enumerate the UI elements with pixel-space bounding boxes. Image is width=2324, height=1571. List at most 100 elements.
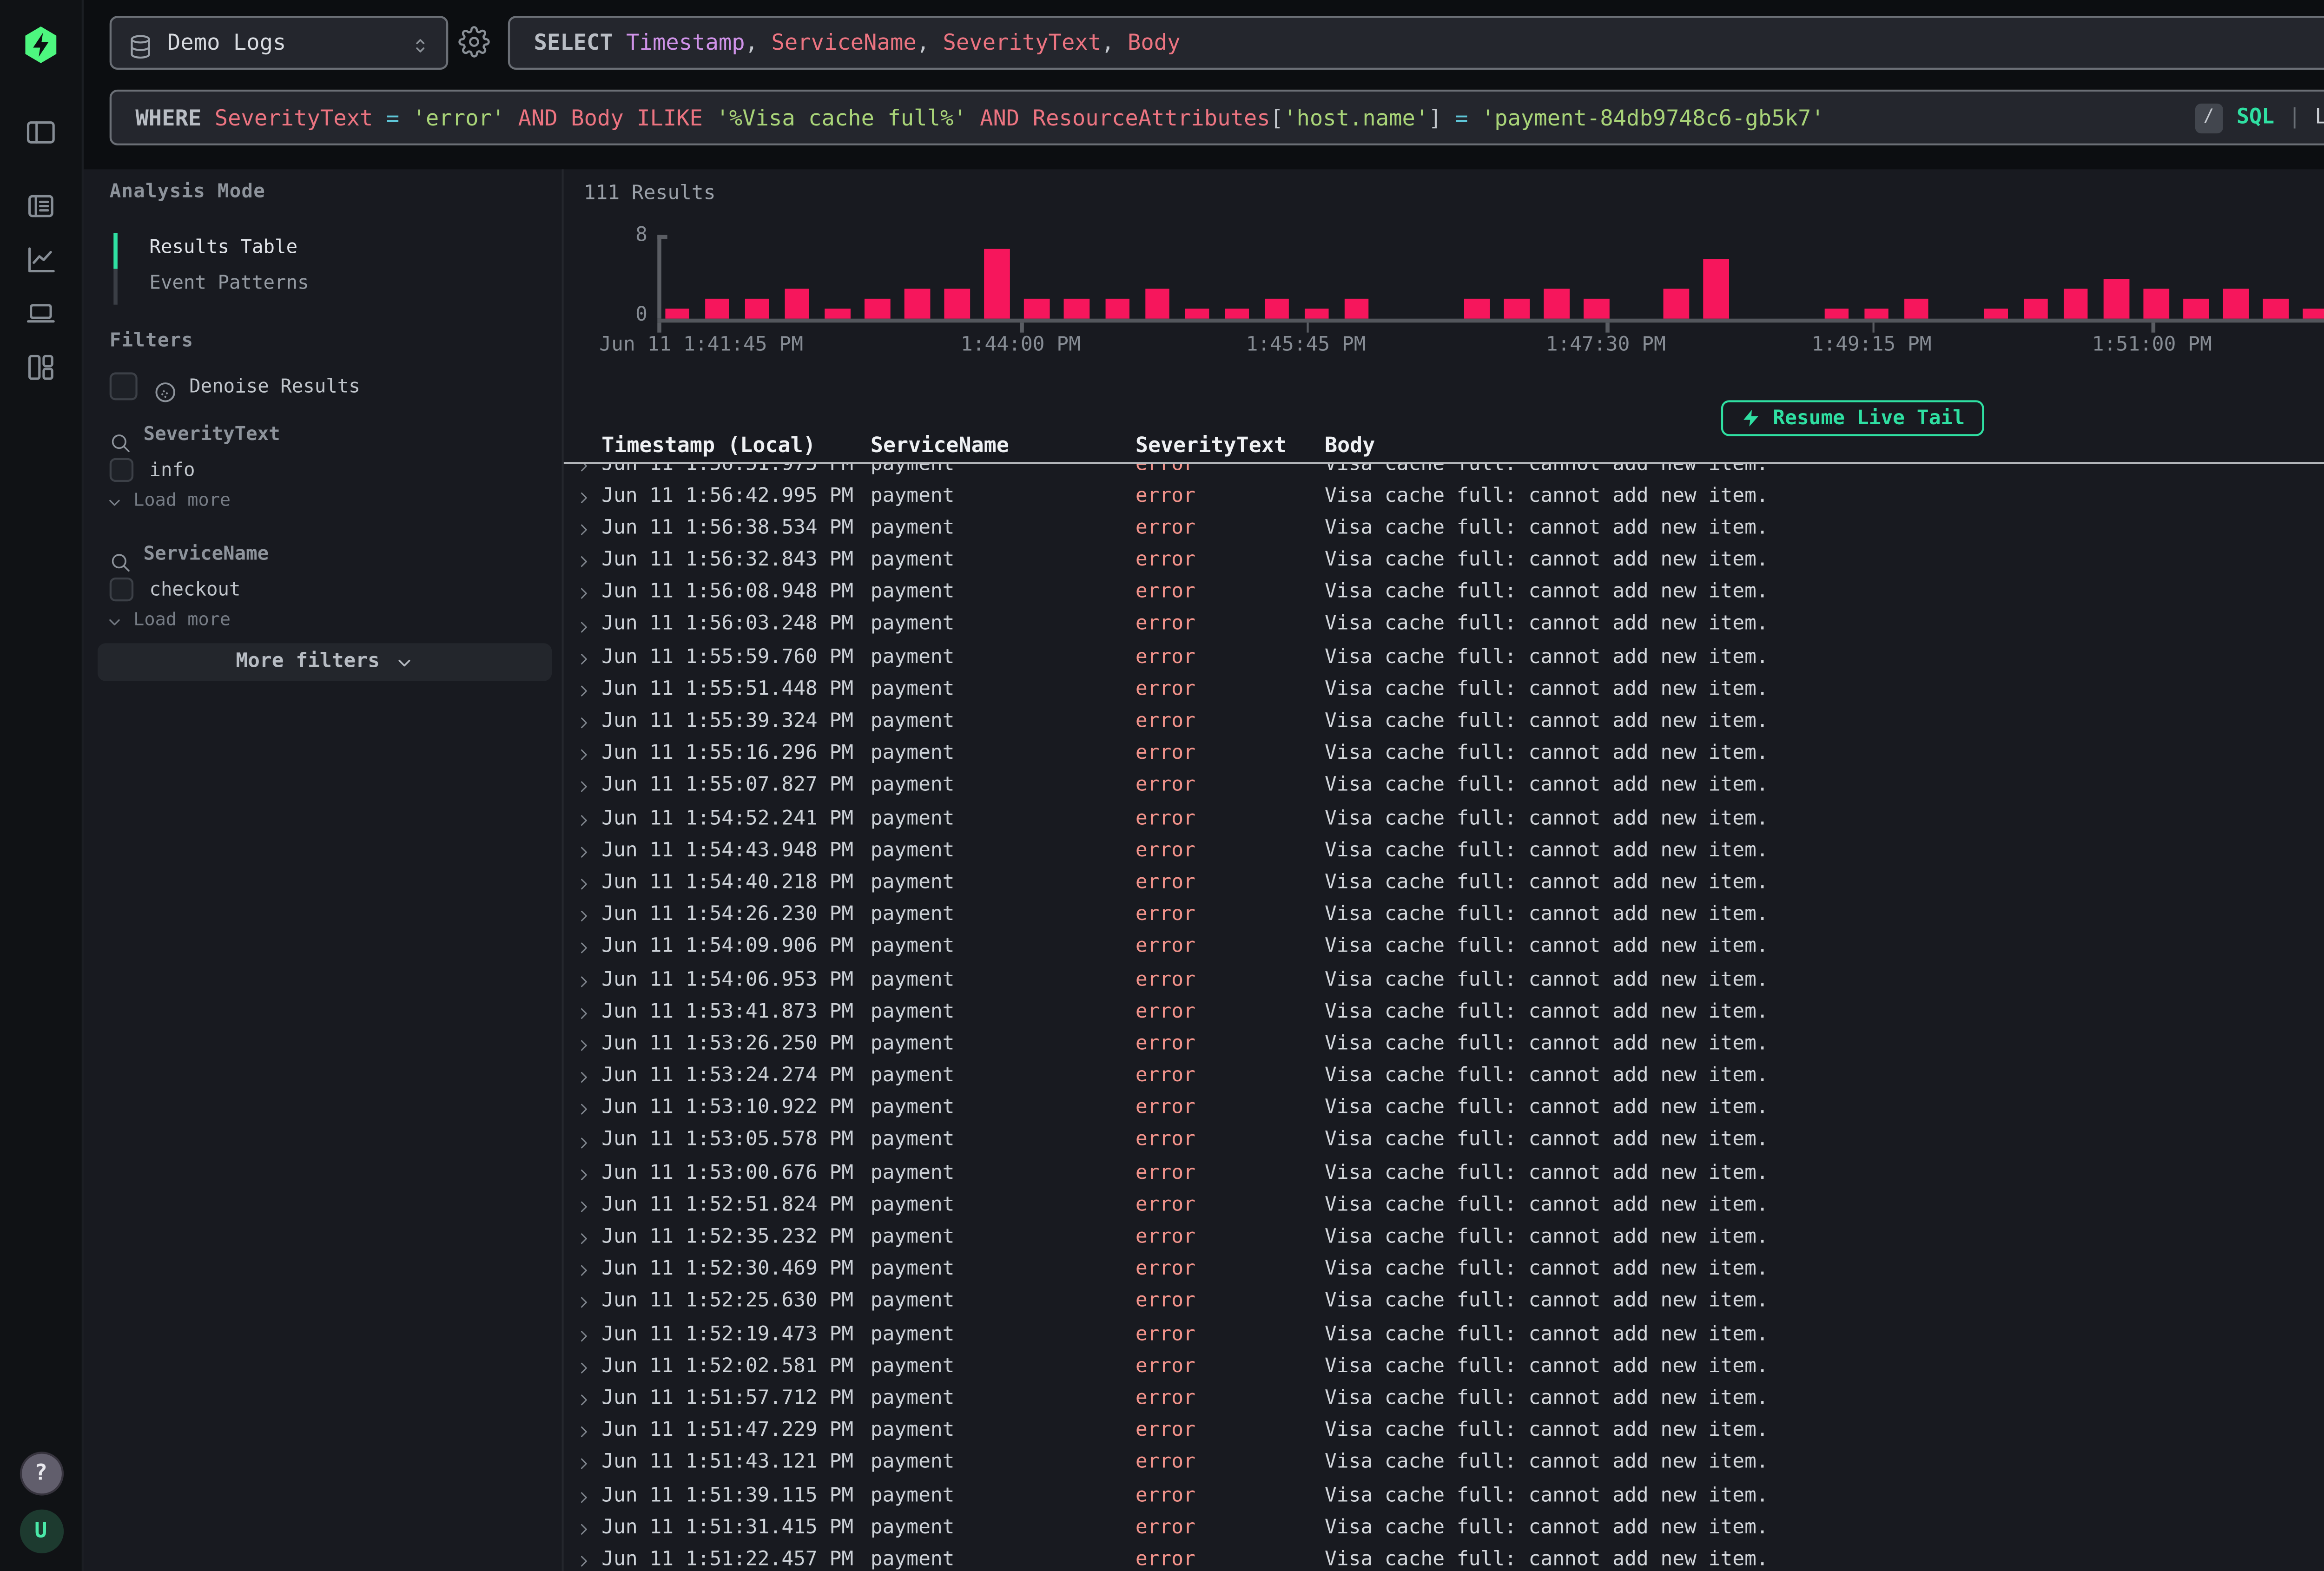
row-expand-chevron-icon[interactable] xyxy=(564,513,601,546)
resume-live-tail-button[interactable]: Resume Live Tail xyxy=(1721,400,1985,436)
row-expand-chevron-icon[interactable] xyxy=(564,1384,601,1416)
histogram-bar[interactable] xyxy=(2304,309,2324,318)
table-row[interactable]: Jun 11 1:53:10.922 PMpaymenterrorVisa ca… xyxy=(564,1094,2324,1126)
row-expand-chevron-icon[interactable] xyxy=(564,1094,601,1126)
load-more-severitytext[interactable]: Load more xyxy=(106,492,231,512)
table-row[interactable]: Jun 11 1:51:39.115 PMpaymenterrorVisa ca… xyxy=(564,1480,2324,1512)
table-row[interactable]: Jun 11 1:53:41.873 PMpaymenterrorVisa ca… xyxy=(564,997,2324,1029)
row-expand-chevron-icon[interactable] xyxy=(564,1320,601,1352)
histogram-bar[interactable] xyxy=(1024,299,1049,319)
table-row[interactable]: Jun 11 1:53:05.578 PMpaymenterrorVisa ca… xyxy=(564,1126,2324,1158)
row-expand-chevron-icon[interactable] xyxy=(564,610,601,642)
row-expand-chevron-icon[interactable] xyxy=(564,1416,601,1448)
histogram-bar[interactable] xyxy=(1664,289,1689,318)
histogram-bar[interactable] xyxy=(1704,259,1729,319)
table-row[interactable]: Jun 11 1:56:03.248 PMpaymenterrorVisa ca… xyxy=(564,610,2324,642)
table-row[interactable]: Jun 11 1:54:26.230 PMpaymenterrorVisa ca… xyxy=(564,901,2324,933)
histogram-bar[interactable] xyxy=(1224,309,1249,318)
table-row[interactable]: Jun 11 1:55:59.760 PMpaymenterrorVisa ca… xyxy=(564,643,2324,675)
table-row[interactable]: Jun 11 1:52:35.232 PMpaymenterrorVisa ca… xyxy=(564,1223,2324,1255)
row-expand-chevron-icon[interactable] xyxy=(564,1255,601,1287)
filter-info-label[interactable]: info xyxy=(149,460,195,482)
histogram-bar[interactable] xyxy=(1584,299,1609,319)
source-settings-gear-icon[interactable] xyxy=(458,26,490,58)
row-expand-chevron-icon[interactable] xyxy=(564,836,601,868)
row-expand-chevron-icon[interactable] xyxy=(564,481,601,513)
language-lucene-option[interactable]: Lucene xyxy=(2315,105,2324,129)
histogram-bar[interactable] xyxy=(2064,289,2088,318)
table-row[interactable]: Jun 11 1:52:02.581 PMpaymenterrorVisa ca… xyxy=(564,1352,2324,1384)
select-query-input[interactable]: SELECT Timestamp, ServiceName, SeverityT… xyxy=(508,16,2324,70)
histogram-bar[interactable] xyxy=(1904,299,1928,319)
table-row[interactable]: Jun 11 1:55:39.324 PMpaymenterrorVisa ca… xyxy=(564,707,2324,739)
histogram-bar[interactable] xyxy=(944,289,969,318)
histogram-bar[interactable] xyxy=(825,309,850,318)
table-row[interactable]: Jun 11 1:55:51.448 PMpaymenterrorVisa ca… xyxy=(564,675,2324,707)
table-row[interactable]: Jun 11 1:51:22.457 PMpaymenterrorVisa ca… xyxy=(564,1545,2324,1571)
histogram-bar[interactable] xyxy=(1824,309,1849,318)
table-row[interactable]: Jun 11 1:53:00.676 PMpaymenterrorVisa ca… xyxy=(564,1158,2324,1190)
table-row[interactable]: Jun 11 1:52:30.469 PMpaymenterrorVisa ca… xyxy=(564,1255,2324,1287)
table-row[interactable]: Jun 11 1:51:31.415 PMpaymenterrorVisa ca… xyxy=(564,1513,2324,1545)
histogram-bar[interactable] xyxy=(2024,299,2048,319)
filter-group-severitytext[interactable]: SeverityText xyxy=(144,424,280,446)
table-row[interactable]: Jun 11 1:54:06.953 PMpaymenterrorVisa ca… xyxy=(564,965,2324,997)
table-row[interactable]: Jun 11 1:52:19.473 PMpaymenterrorVisa ca… xyxy=(564,1320,2324,1352)
row-expand-chevron-icon[interactable] xyxy=(564,643,601,675)
table-row[interactable]: Jun 11 1:54:40.218 PMpaymenterrorVisa ca… xyxy=(564,868,2324,900)
histogram-bar[interactable] xyxy=(2184,299,2208,319)
filter-checkout-label[interactable]: checkout xyxy=(149,579,240,601)
histogram-bar[interactable] xyxy=(2104,279,2128,319)
histogram-bar[interactable] xyxy=(2264,299,2288,319)
histogram-bar[interactable] xyxy=(2224,289,2248,318)
row-expand-chevron-icon[interactable] xyxy=(564,965,601,997)
row-expand-chevron-icon[interactable] xyxy=(564,1158,601,1190)
row-expand-chevron-icon[interactable] xyxy=(564,1029,601,1061)
table-row[interactable]: Jun 11 1:54:43.948 PMpaymenterrorVisa ca… xyxy=(564,836,2324,868)
table-row[interactable]: Jun 11 1:56:38.534 PMpaymenterrorVisa ca… xyxy=(564,513,2324,546)
histogram-bar[interactable] xyxy=(984,249,1009,319)
column-header-severitytext[interactable]: SeverityText xyxy=(1136,434,1325,461)
mode-event-patterns[interactable]: Event Patterns xyxy=(149,273,309,295)
column-header-body[interactable]: Body xyxy=(1325,434,2324,461)
row-expand-chevron-icon[interactable] xyxy=(564,1352,601,1384)
row-expand-chevron-icon[interactable] xyxy=(564,1480,601,1512)
denoise-checkbox[interactable] xyxy=(110,372,138,400)
row-expand-chevron-icon[interactable] xyxy=(564,1190,601,1223)
nav-chart-explorer-icon[interactable] xyxy=(24,243,58,277)
column-header-timestamp[interactable]: Timestamp (Local) xyxy=(601,434,871,461)
histogram-bar[interactable] xyxy=(1864,309,1888,318)
row-expand-chevron-icon[interactable] xyxy=(564,1545,601,1571)
row-expand-chevron-icon[interactable] xyxy=(564,1448,601,1480)
table-row[interactable]: Jun 11 1:51:47.229 PMpaymenterrorVisa ca… xyxy=(564,1416,2324,1448)
nav-sessions-icon[interactable] xyxy=(24,297,58,331)
row-expand-chevron-icon[interactable] xyxy=(564,1062,601,1094)
row-expand-chevron-icon[interactable] xyxy=(564,675,601,707)
table-row[interactable]: Jun 11 1:56:51.975 PMpaymenterrorVisa ca… xyxy=(564,463,2324,481)
table-row[interactable]: Jun 11 1:52:25.630 PMpaymenterrorVisa ca… xyxy=(564,1287,2324,1319)
table-row[interactable]: Jun 11 1:56:08.948 PMpaymenterrorVisa ca… xyxy=(564,578,2324,610)
row-expand-chevron-icon[interactable] xyxy=(564,901,601,933)
language-sql-option[interactable]: SQL xyxy=(2237,105,2274,129)
user-avatar[interactable]: U xyxy=(19,1510,63,1553)
row-expand-chevron-icon[interactable] xyxy=(564,707,601,739)
column-header-servicename[interactable]: ServiceName xyxy=(871,434,1136,461)
histogram-bar[interactable] xyxy=(1504,299,1529,319)
table-row[interactable]: Jun 11 1:55:16.296 PMpaymenterrorVisa ca… xyxy=(564,739,2324,771)
row-expand-chevron-icon[interactable] xyxy=(564,1126,601,1158)
denoise-label[interactable]: Denoise Results xyxy=(189,376,360,398)
histogram-bar[interactable] xyxy=(1144,289,1169,318)
filter-group-servicename[interactable]: ServiceName xyxy=(144,544,269,565)
source-select[interactable]: Demo Logs xyxy=(110,16,449,70)
table-row[interactable]: Jun 11 1:55:07.827 PMpaymenterrorVisa ca… xyxy=(564,771,2324,803)
table-row[interactable]: Jun 11 1:54:09.906 PMpaymenterrorVisa ca… xyxy=(564,933,2324,965)
histogram-bar[interactable] xyxy=(1264,299,1289,319)
row-expand-chevron-icon[interactable] xyxy=(564,771,601,803)
histogram-bar[interactable] xyxy=(2144,289,2168,318)
histogram-bar[interactable] xyxy=(1464,299,1489,319)
table-row[interactable]: Jun 11 1:56:32.843 PMpaymenterrorVisa ca… xyxy=(564,546,2324,578)
help-button[interactable]: ? xyxy=(19,1452,63,1495)
histogram-bar[interactable] xyxy=(705,299,730,319)
row-expand-chevron-icon[interactable] xyxy=(564,578,601,610)
table-row[interactable]: Jun 11 1:52:51.824 PMpaymenterrorVisa ca… xyxy=(564,1190,2324,1223)
